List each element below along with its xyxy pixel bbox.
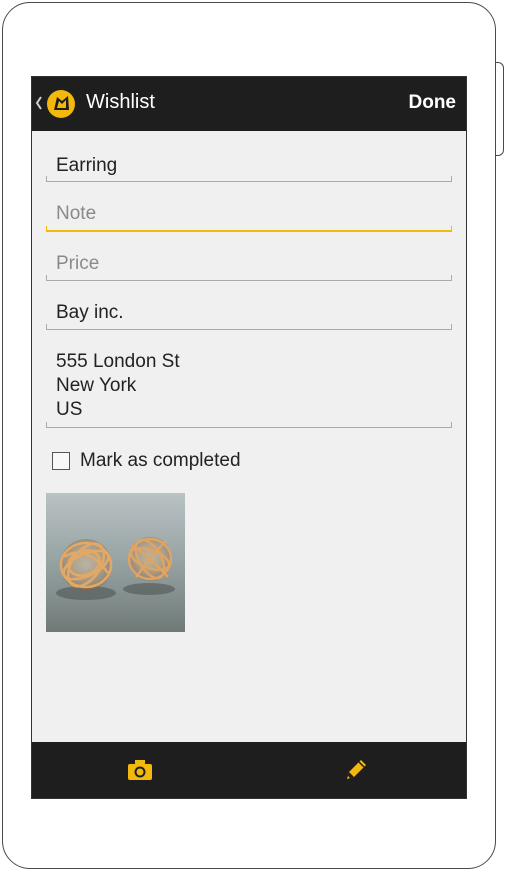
completed-label: Mark as completed	[80, 450, 241, 471]
app-screen: Wishlist Done Earring Note Price Bay inc…	[31, 76, 467, 799]
note-placeholder: Note	[56, 203, 97, 224]
back-chevron-icon[interactable]	[35, 95, 43, 111]
pencil-icon[interactable]	[342, 756, 370, 784]
field-underline	[46, 176, 452, 182]
app-logo-icon[interactable]	[46, 89, 76, 119]
address-field[interactable]: 555 London St New York US	[46, 350, 452, 428]
item-name-value: Earring	[56, 155, 118, 176]
field-underline	[46, 324, 452, 330]
price-field[interactable]: Price	[46, 252, 452, 281]
address-line: 555 London St	[56, 351, 180, 372]
bottom-action-bar	[32, 742, 466, 798]
field-underline-focused	[46, 226, 452, 232]
address-line: New York	[56, 375, 137, 396]
store-value: Bay inc.	[56, 302, 124, 323]
field-underline	[46, 275, 452, 281]
completed-checkbox[interactable]	[52, 452, 70, 470]
page-title: Wishlist	[86, 91, 155, 113]
item-photo[interactable]	[46, 493, 185, 632]
item-name-field[interactable]: Earring	[46, 154, 452, 182]
address-line: US	[56, 399, 83, 420]
price-placeholder: Price	[56, 253, 100, 274]
store-field[interactable]: Bay inc.	[46, 301, 452, 330]
note-field[interactable]: Note	[46, 202, 452, 232]
device-side-button	[496, 62, 504, 156]
camera-icon[interactable]	[126, 758, 154, 782]
field-underline	[46, 422, 452, 428]
done-button[interactable]: Done	[409, 92, 457, 114]
action-bar: Wishlist Done	[32, 77, 466, 131]
